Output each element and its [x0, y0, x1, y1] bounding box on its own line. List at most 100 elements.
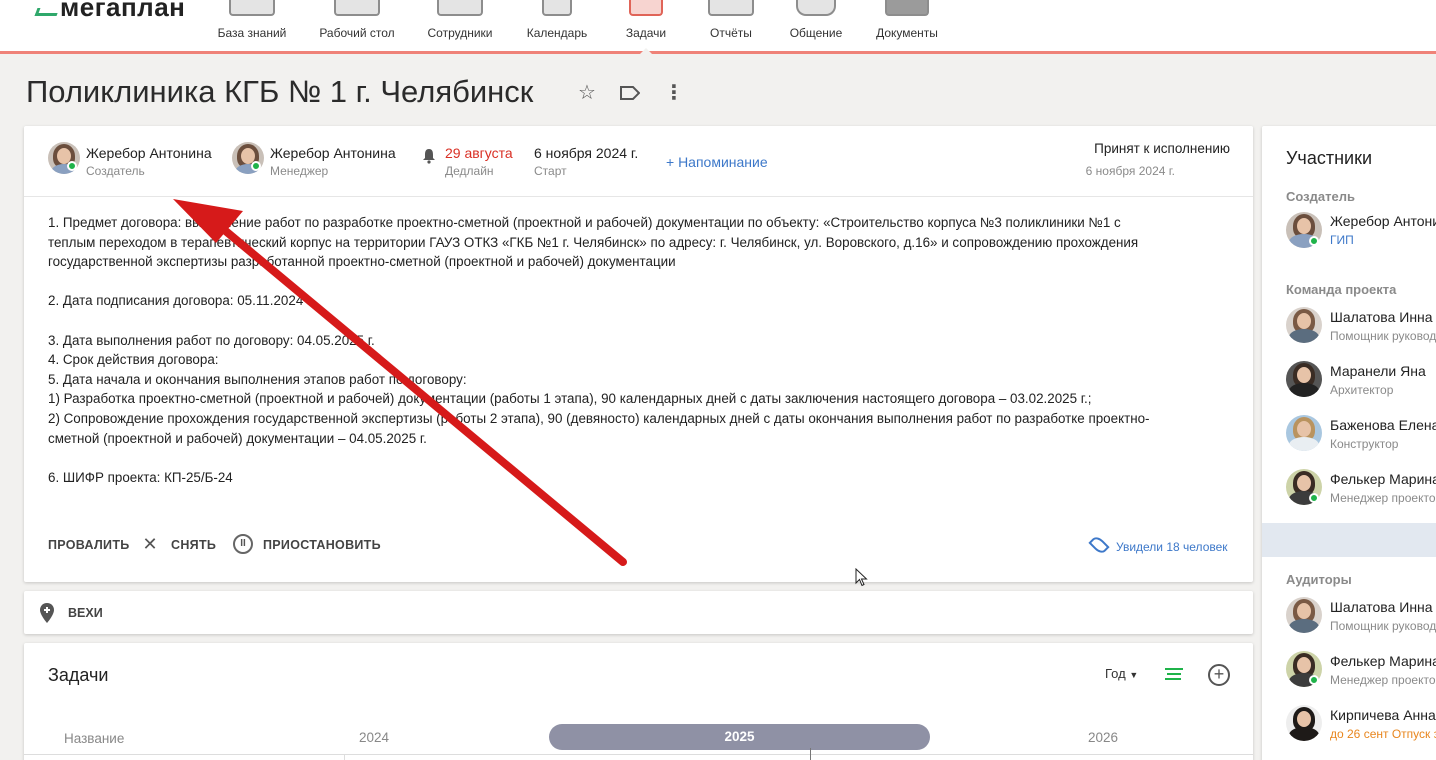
participant-name[interactable]: Кирпичева Анна — [1330, 707, 1436, 723]
tag-icon[interactable] — [619, 82, 641, 104]
online-indicator — [67, 161, 77, 171]
description-line: 2. Дата подписания договора: 05.11.2024 … — [48, 293, 314, 309]
add-participant-row[interactable] — [1262, 523, 1436, 557]
manager-role: Менеджер — [270, 164, 329, 178]
more-vertical-icon[interactable]: ⋮ — [663, 82, 685, 104]
nav-label: Общение — [789, 26, 843, 40]
logo-text: мегаплан — [60, 0, 186, 22]
column-name: Название — [64, 731, 125, 746]
divider — [24, 754, 1253, 755]
participant-name[interactable]: Фелькер Марина — [1330, 653, 1436, 669]
participant-name[interactable]: Жеребор Антонина — [1330, 213, 1436, 229]
map-pin-plus-icon — [40, 603, 54, 628]
avatar[interactable] — [1286, 307, 1322, 343]
calendar-icon — [542, 0, 572, 16]
book-icon — [229, 0, 275, 16]
participant-role: Менеджер проектов — [1330, 673, 1436, 687]
fail-button[interactable]: ПРОВАЛИТЬ — [48, 538, 130, 552]
description-line: сметной (проектной и рабочей) документац… — [48, 430, 427, 446]
bell-icon — [422, 148, 436, 169]
description-line: 1. Предмет договора: выполнение работ по… — [48, 215, 1121, 230]
online-indicator — [1309, 493, 1319, 503]
add-task-icon[interactable]: + — [1208, 664, 1230, 686]
today-marker — [810, 748, 811, 760]
nav-label: Календарь — [526, 26, 588, 40]
nav-reports[interactable]: Отчёты — [706, 0, 756, 52]
participant-name[interactable]: Баженова Елена — [1330, 417, 1436, 433]
year-2026: 2026 — [1088, 730, 1119, 745]
chat-icon — [796, 0, 836, 16]
nav-calendar[interactable]: Календарь — [523, 0, 591, 52]
nav-desktop[interactable]: Рабочий стол — [316, 0, 398, 52]
participant-name[interactable]: Маранели Яна — [1330, 363, 1426, 379]
avatar[interactable] — [1286, 361, 1322, 397]
online-indicator — [1309, 675, 1319, 685]
pause-button[interactable]: ПРИОСТАНОВИТЬ — [263, 538, 381, 552]
divider — [24, 196, 1253, 197]
seen-by-link[interactable]: Увидели 18 человек — [1116, 540, 1228, 554]
milestones-panel[interactable]: ВЕХИ — [24, 591, 1253, 634]
task-card: Жеребор Антонина Создатель Жеребор Антон… — [24, 126, 1253, 582]
deadline-value[interactable]: 29 августа — [445, 145, 513, 161]
mouse-cursor-icon — [855, 568, 868, 587]
description-line: 4. Срок действия договора: — [48, 352, 219, 368]
participant-name[interactable]: Фелькер Марина — [1330, 471, 1436, 487]
nav-tasks[interactable]: Задачи — [621, 0, 671, 55]
participant-name[interactable]: Шалатова Инна — [1330, 309, 1433, 325]
participant-role: Менеджер проектов — [1330, 491, 1436, 505]
avatar[interactable] — [1286, 597, 1322, 633]
nav-knowledge-base[interactable]: База знаний — [214, 0, 290, 52]
divider — [344, 754, 345, 760]
deadline-label: Дедлайн — [445, 164, 494, 178]
participant-role: Помощник руководителя — [1330, 619, 1436, 633]
auditors-section-title: Аудиторы — [1286, 572, 1352, 587]
status-date: 6 ноября 2024 г. — [1085, 164, 1175, 178]
creator-role: Создатель — [86, 164, 145, 178]
scale-value: Год — [1105, 666, 1126, 681]
close-icon[interactable]: ✕ — [140, 534, 160, 554]
nav-documents[interactable]: Документы — [872, 0, 942, 52]
milestones-label: ВЕХИ — [68, 606, 103, 620]
reports-icon — [708, 0, 754, 16]
description-line: 6. ШИФР проекта: КП-25/Б-24 — [48, 469, 233, 485]
manager-name[interactable]: Жеребор Антонина — [270, 145, 396, 161]
avatar[interactable] — [1286, 705, 1322, 741]
tasks-title: Задачи — [48, 665, 109, 685]
participants-panel: Участники Создатель Жеребор Антонина ГИП… — [1262, 126, 1436, 760]
logo-mark-icon — [34, 8, 60, 16]
desktop-icon — [334, 0, 380, 16]
description-line: 1) Разработка проектно-сметной (проектно… — [48, 391, 1092, 407]
description-line: государственной экспертизы разработанной… — [48, 254, 676, 270]
participant-name[interactable]: Шалатова Инна — [1330, 599, 1433, 615]
year-2025-current: 2025 — [549, 724, 930, 750]
pause-icon[interactable]: II — [233, 534, 253, 554]
remove-button[interactable]: СНЯТЬ — [171, 538, 216, 552]
nav-chat[interactable]: Общение — [788, 0, 844, 52]
creator-name[interactable]: Жеребор Антонина — [86, 145, 212, 161]
caret-down-icon: ▼ — [1129, 670, 1139, 680]
start-label: Старт — [534, 164, 567, 178]
gantt-view-icon[interactable] — [1165, 668, 1183, 682]
nav-label: Рабочий стол — [319, 26, 395, 40]
nav-label: Документы — [876, 26, 938, 40]
start-value[interactable]: 6 ноября 2024 г. — [534, 145, 638, 161]
eye-icon — [1088, 534, 1110, 556]
add-reminder-button[interactable]: + Напоминание — [666, 154, 768, 170]
logo[interactable]: мегаплан — [34, 0, 186, 23]
star-icon[interactable]: ☆ — [576, 82, 598, 104]
avatar[interactable] — [1286, 415, 1322, 451]
participant-role: Помощник руководителя — [1330, 329, 1436, 343]
tasks-icon — [629, 0, 663, 16]
year-2024: 2024 — [359, 730, 390, 745]
online-indicator — [1309, 236, 1319, 246]
nav-employees[interactable]: Сотрудники — [424, 0, 496, 52]
description-line: 3. Дата выполнения работ по договору: 04… — [48, 332, 375, 348]
nav-label: Задачи — [625, 26, 667, 40]
scale-select[interactable]: Год ▼ — [1105, 666, 1138, 681]
online-indicator — [251, 161, 261, 171]
description-line: 5. Дата начала и окончания выполнения эт… — [48, 371, 467, 387]
status-value[interactable]: Принят к исполнению — [1094, 141, 1230, 156]
